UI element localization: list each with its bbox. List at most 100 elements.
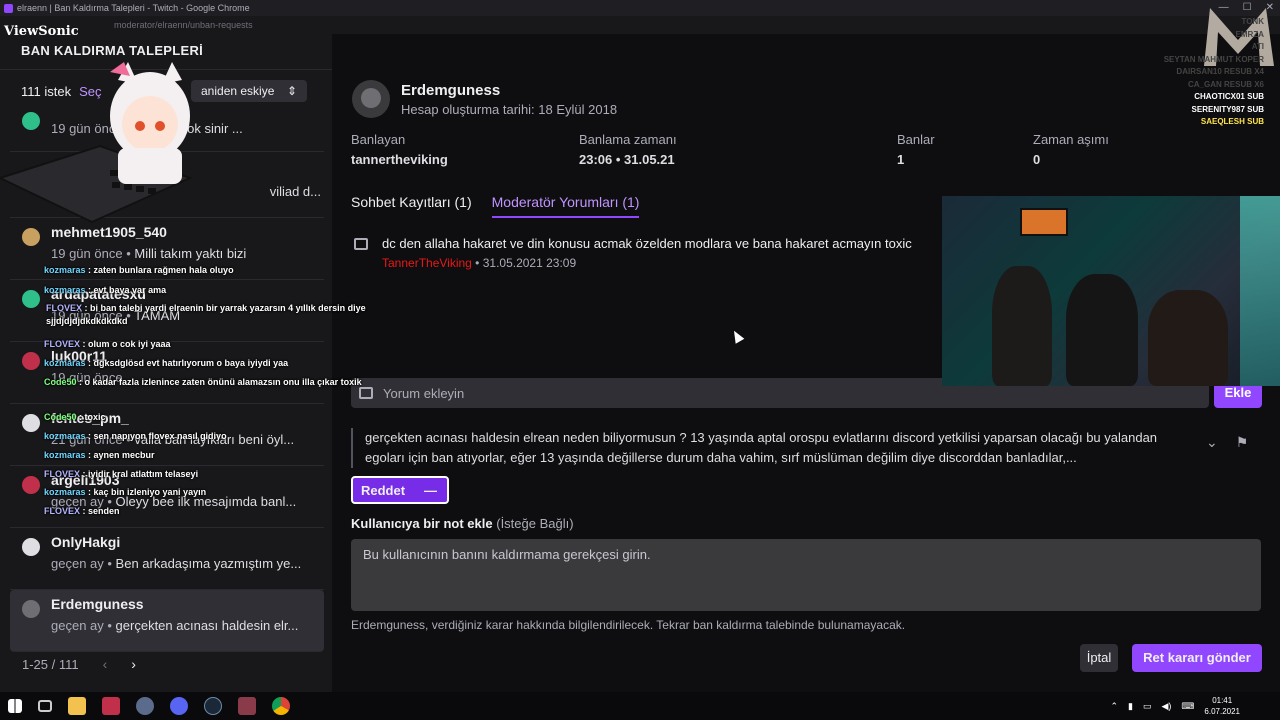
bans-value: 1 [897,152,905,167]
pagination: 1-25 / 111 ‹ › [22,656,136,672]
chat-line: kozmaras : sen napıyon flovex nasıl gidi… [44,431,227,441]
system-tray: ⌃ ▮ ▭ ◀) ⌨ 01:41 6.07.2021 [1110,692,1240,720]
streamer-image [1148,290,1228,386]
sub-alert: SAEQLESH SUB [1200,117,1264,126]
streamer-image [1066,274,1138,386]
chat-line: FLOVEX : senden [44,506,120,516]
account-created: Hesap oluşturma tarihi: 18 Eylül 2018 [401,102,618,117]
chat-line: kozmaras : aynen mecbur [44,450,155,460]
tab-chat-logs[interactable]: Sohbet Kayıtları (1) [351,194,472,218]
note-help-text: Erdemguness, verdiğiniz karar hakkında b… [351,618,906,632]
comment-icon [354,238,368,250]
network-icon[interactable]: ▭ [1143,701,1152,712]
avatar [22,414,40,432]
avatar [22,290,40,308]
chrome-icon[interactable] [272,697,290,715]
sub-alert: ATI [1251,42,1264,51]
tab-mod-comments[interactable]: Moderatör Yorumları (1) [491,194,640,218]
sub-alert: CHAOTICX01 SUB [1194,92,1264,101]
avatar [22,538,40,556]
expand-chevron-icon[interactable]: ⌄ [1206,434,1218,451]
sub-alert: CA_GAN RESUB X6 [1187,79,1264,89]
avatar [22,476,40,494]
address-url: moderator/elraenn/unban-requests [114,20,253,30]
unban-reason-text: gerçekten acınası haldesin elrean neden … [351,428,1187,468]
cancel-button[interactable]: İptal [1080,644,1118,672]
note-label: Kullanıcıya bir not ekle (İsteğe Bağlı) [351,516,574,531]
reject-toggle-button[interactable]: Reddet — [351,476,449,504]
chat-line: FLOVEX : iyidir kral atlattım telaseyi [44,469,199,479]
tv-fireplace-image [1020,208,1068,236]
sub-alert: SERENITY987 SUB [1191,104,1264,114]
sub-alert: EMRZA [1235,29,1264,39]
chat-line: Code50 : toxic [44,412,106,422]
chat-line: FLOVEX : bi ban talebi yardi elraenin bi… [46,303,366,326]
anime-character-overlay [0,62,193,224]
note-placeholder: Bu kullanıcının banını kaldırmama gerekç… [363,547,651,562]
sub-alert: DAIRSAN10 RESUB X4 [1176,67,1264,76]
mic-icon[interactable]: ▮ [1128,701,1133,712]
timeouts-label: Zaman aşımı [1033,132,1109,147]
send-rejection-button[interactable]: Ret kararı gönder [1132,644,1262,672]
streamer-image [992,266,1052,386]
windows-taskbar: ⌃ ▮ ▭ ◀) ⌨ 01:41 6.07.2021 [0,692,1280,720]
task-view-icon[interactable] [38,700,52,712]
page-range: 1-25 / 111 [22,656,79,672]
list-item[interactable]: luk00r11 19 gün önce [10,342,324,404]
list-item[interactable]: OnlyHakgi geçen ay • Ben arkadaşıma yazm… [10,528,324,590]
chat-line: kozmaras : zaten bunlara rağmen hala olu… [44,265,234,275]
ban-time-label: Banlama zamanı [579,132,677,147]
request-username: Erdemguness [51,596,144,612]
avatar [22,352,40,370]
timeouts-value: 0 [1033,152,1041,167]
sub-alert: TONK [1241,17,1264,26]
request-meta: geçen ay • Ben arkadaşıma yazmıştım ye..… [51,556,302,571]
prev-page-icon[interactable]: ‹ [103,656,108,672]
language-icon[interactable]: ⌨ [1181,701,1194,712]
windows-start-icon[interactable] [8,699,22,713]
app-icon[interactable] [136,697,154,715]
clock-date: 6.07.2021 [1204,707,1240,716]
note-textarea[interactable]: Bu kullanıcının banını kaldırmama gerekç… [351,539,1261,611]
banned-by-label: Banlayan [351,132,406,147]
list-item-selected[interactable]: Erdemguness geçen ay • gerçekten acınası… [10,590,324,652]
comment-meta: TannerTheViking • 31.05.2021 23:09 [382,256,577,270]
request-meta: geçen ay • gerçekten acınası haldesin el… [51,618,299,633]
reject-label: Reddet [361,482,406,498]
twitch-favicon-icon [4,3,13,13]
minus-icon: — [424,482,437,498]
tray-up-icon[interactable]: ⌃ [1110,701,1118,712]
chat-line: kozmaras : kaç bin izleniyo yani yayın [44,487,207,497]
led-light [1240,196,1280,386]
detail-username: Erdemguness [401,82,501,99]
address-bar[interactable]: moderator/elraenn/unban-requests [0,16,1280,34]
window-title: elraenn | Ban Kaldırma Talepleri - Twitc… [17,3,250,13]
ban-time-value: 23:06 • 31.05.21 [579,152,675,167]
banned-by-value: tannertheviking [351,152,448,167]
request-username: OnlyHakgi [51,534,121,550]
bans-label: Banlar [897,132,935,147]
sub-alert-list: TONK EMRZA ATI SEYTAN MAHMUT KOPER DAIRS… [1164,16,1264,129]
comment-text: dc den allaha hakaret ve din konusu acma… [382,236,912,251]
ban-info: Banlayan tannertheviking Banlama zamanı … [351,132,1151,172]
steam-icon[interactable] [204,697,222,715]
discord-icon[interactable] [170,697,188,715]
volume-icon[interactable]: ◀) [1161,701,1171,712]
chat-line: kozmaras : dgksdglösd evt hatırlıyorum o… [44,358,289,368]
chat-line: Code50 : o kadar fazla izlenince zaten ö… [44,377,362,387]
app-icon[interactable] [238,697,256,715]
app-icon[interactable] [102,697,120,715]
chat-line: kozmaras : evt baya var ama [44,285,167,295]
report-icon[interactable]: ⚑ [1236,434,1249,451]
detail-tabs: Sohbet Kayıtları (1) Moderatör Yorumları… [351,194,640,218]
next-page-icon[interactable]: › [131,656,136,672]
avatar [352,80,390,118]
file-explorer-icon[interactable] [68,697,86,715]
comment-placeholder: Yorum ekleyin [383,385,465,401]
sort-chevron-icon: ⇕ [286,84,297,98]
browser-titlebar: elraenn | Ban Kaldırma Talepleri - Twitc… [0,0,1280,16]
avatar [22,600,40,618]
clock[interactable]: 01:41 6.07.2021 [1204,695,1240,717]
request-meta: 19 gün önce • Milli takım yaktı bizi [51,246,247,261]
sub-alert: SEYTAN MAHMUT KOPER [1163,54,1264,64]
